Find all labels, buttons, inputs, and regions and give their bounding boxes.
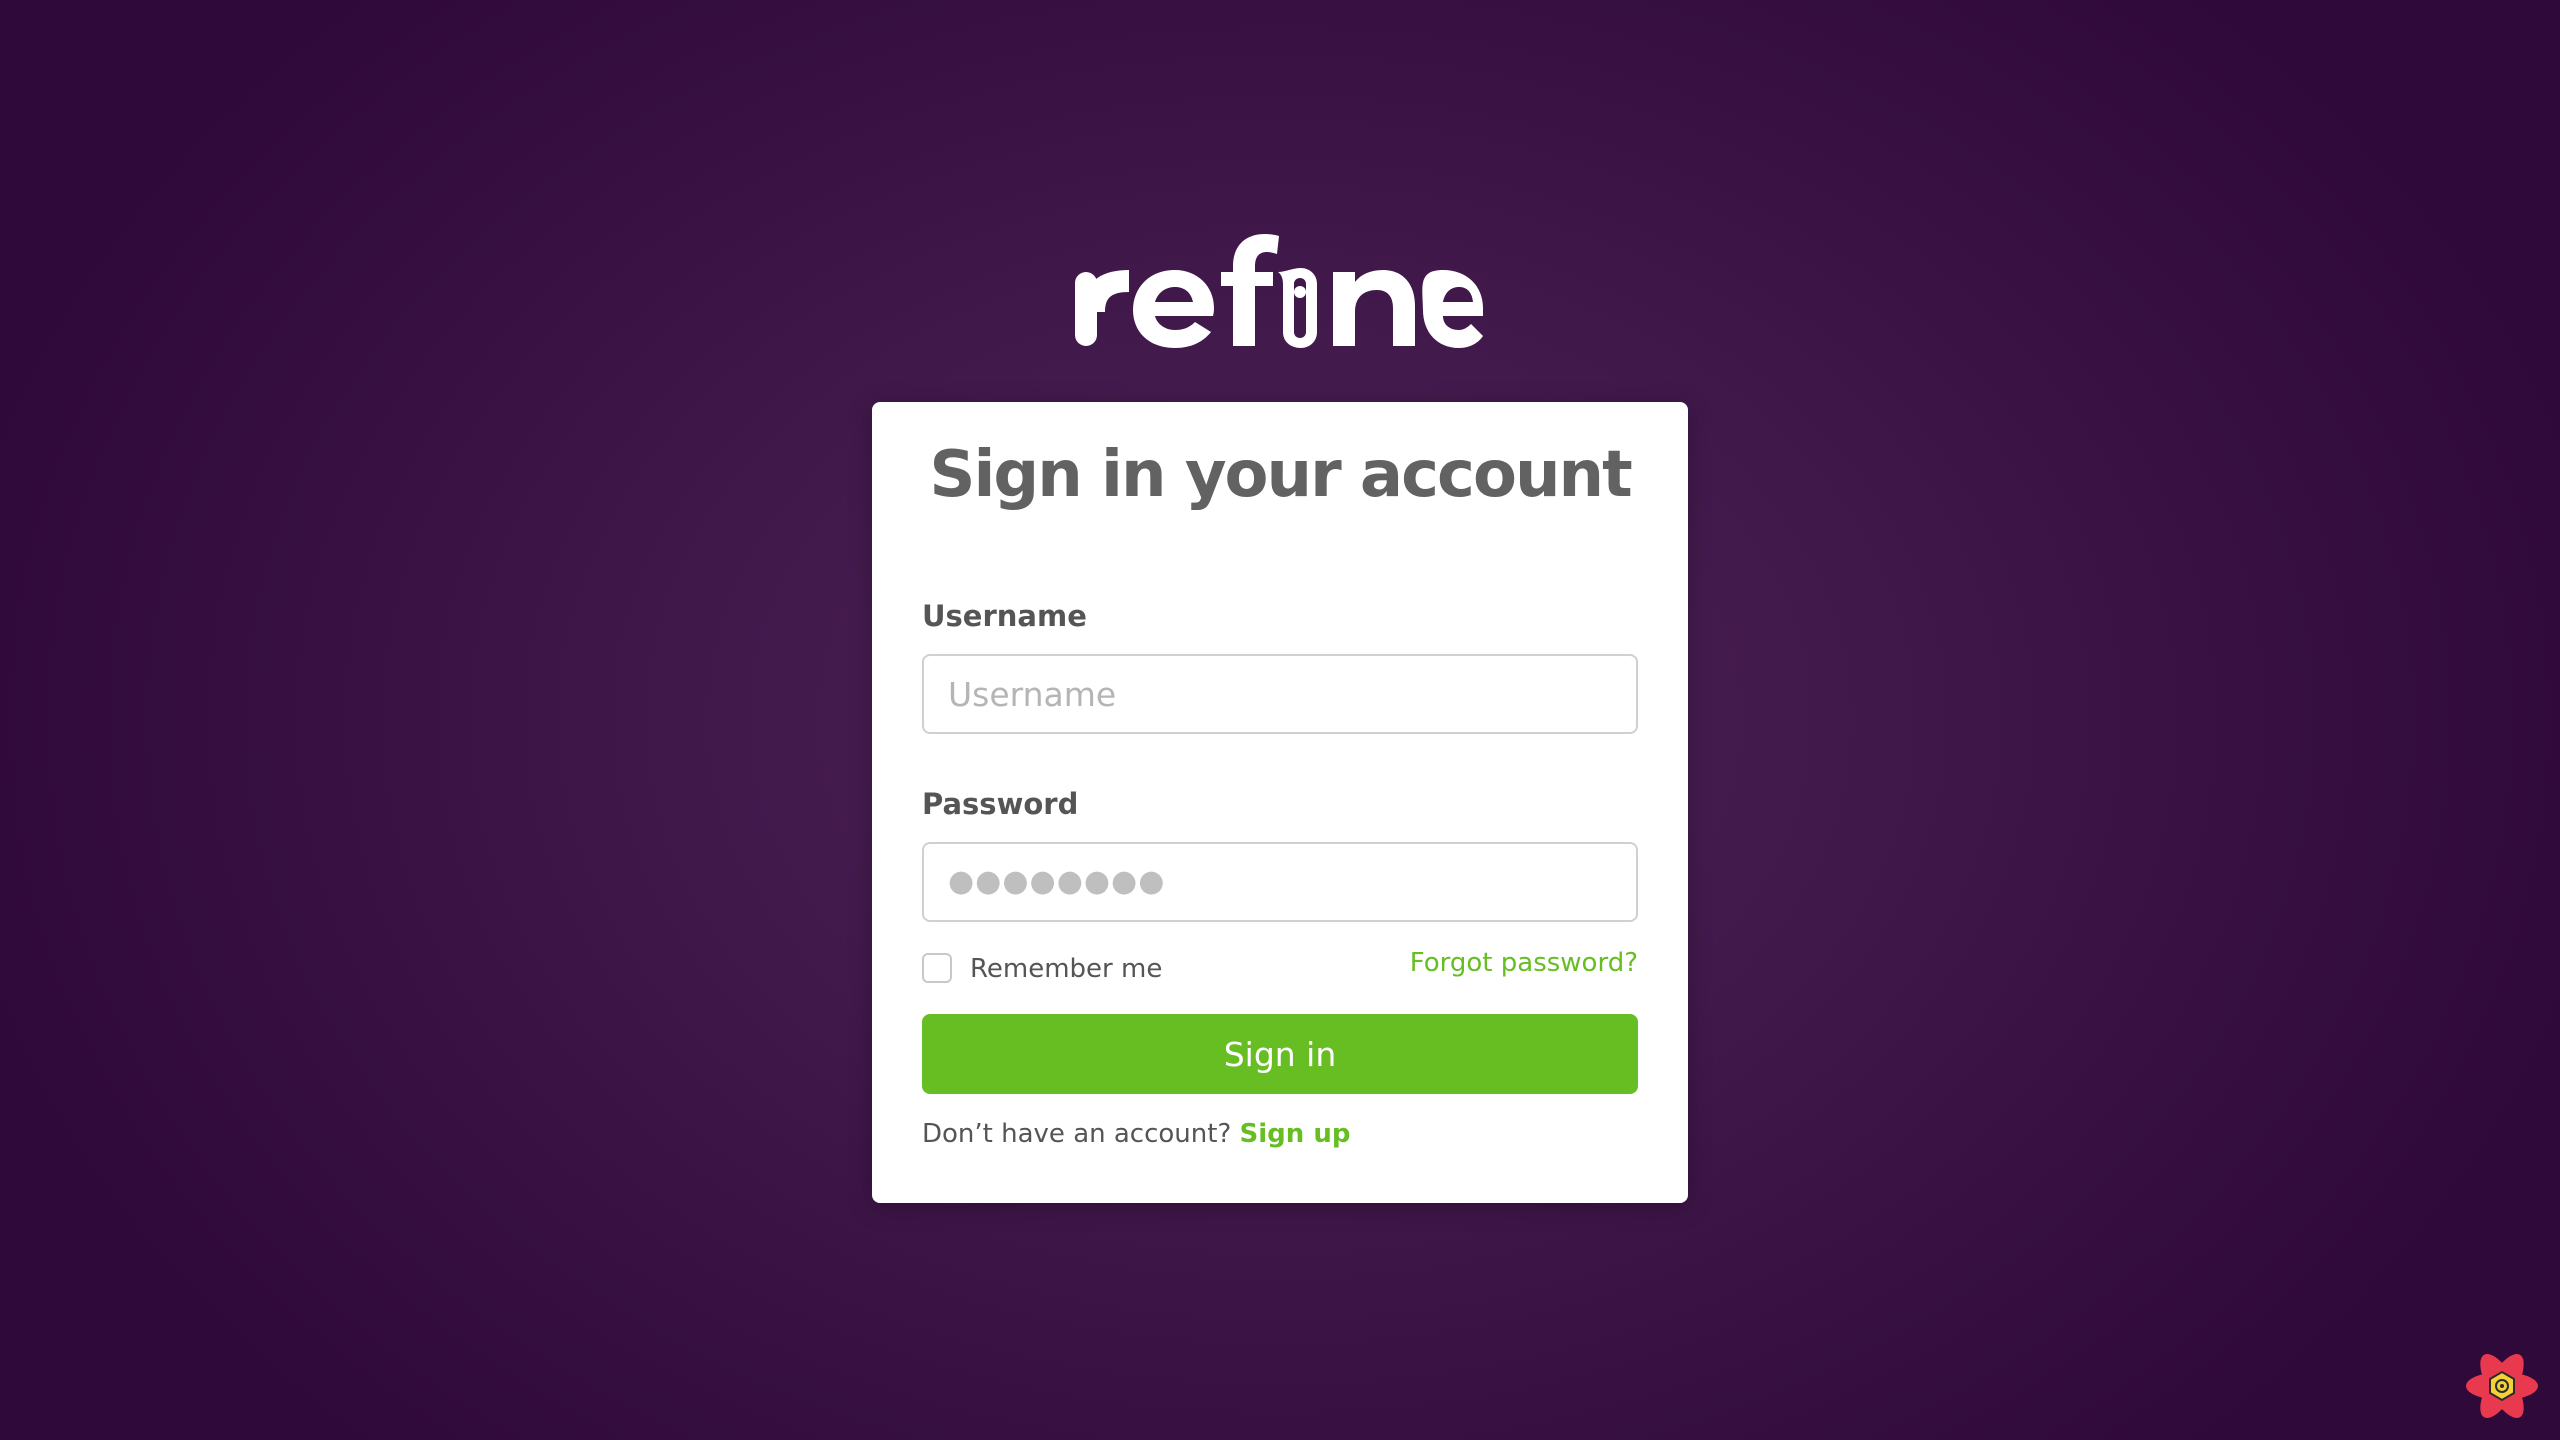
password-masked-value: ●●●●●●●● (948, 864, 1166, 899)
remember-me-label[interactable]: Remember me (970, 950, 1162, 988)
refine-devtools-icon[interactable] (2462, 1346, 2542, 1426)
signup-prompt: Don’t have an account? Sign up (922, 1115, 1350, 1153)
forgot-password-link[interactable]: Forgot password? (1410, 944, 1638, 982)
remember-me-checkbox[interactable] (922, 953, 952, 983)
username-label: Username (922, 599, 1087, 633)
refine-logo (1075, 234, 1483, 348)
sign-up-link[interactable]: Sign up (1240, 1119, 1351, 1149)
password-input[interactable]: ●●●●●●●● (922, 842, 1638, 922)
username-input[interactable] (922, 654, 1638, 734)
password-label: Password (922, 787, 1079, 821)
page-title: Sign in your account (929, 438, 1632, 512)
no-account-text: Don’t have an account? (922, 1119, 1232, 1149)
sign-in-button[interactable]: Sign in (922, 1014, 1638, 1094)
